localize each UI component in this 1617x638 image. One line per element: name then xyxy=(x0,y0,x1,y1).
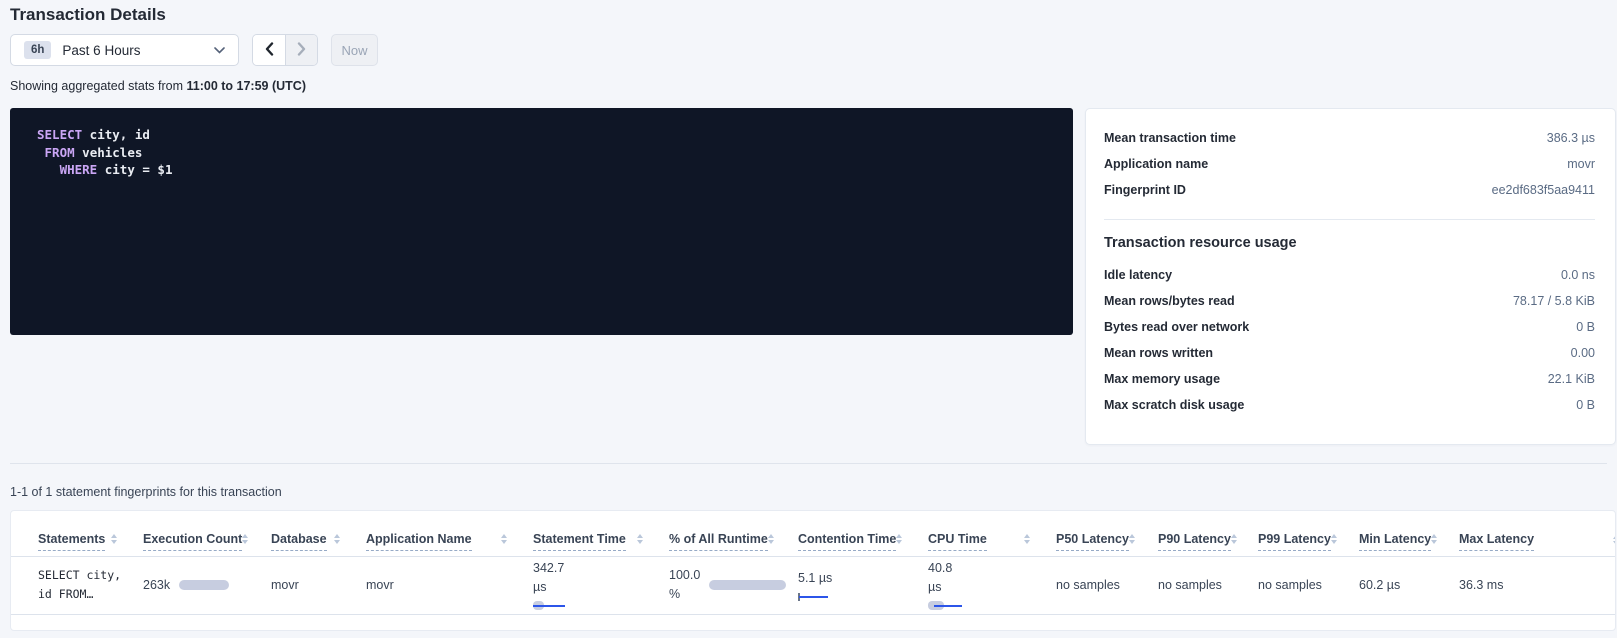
fingerprint-id-value: ee2df683f5aa9411 xyxy=(1492,183,1595,197)
chevron-left-icon xyxy=(265,42,274,59)
statement-time-bar xyxy=(533,601,565,611)
runtime-cell: 100.0 % xyxy=(669,556,798,614)
card-divider xyxy=(1104,219,1595,220)
column-header-application-name[interactable]: Application Name xyxy=(366,511,533,556)
column-header-pct-of-all-runtime[interactable]: % of All Runtime xyxy=(669,511,798,556)
sort-icon xyxy=(1024,534,1030,551)
transaction-details-page: Transaction Details 6h Past 6 Hours Now … xyxy=(0,0,1617,638)
idle-latency-value: 0.0 ns xyxy=(1561,268,1595,282)
column-header-p90-latency[interactable]: P90 Latency xyxy=(1158,511,1258,556)
transaction-overview-card: Mean transaction time 386.3 µs Applicati… xyxy=(1085,108,1616,445)
stat-row: Fingerprint ID ee2df683f5aa9411 xyxy=(1104,183,1595,209)
column-header-max-latency[interactable]: Max Latency xyxy=(1459,511,1615,556)
max-latency-cell: 36.3 ms xyxy=(1459,556,1615,614)
max-scratch-disk-usage-value: 0 B xyxy=(1576,398,1595,412)
sort-icon xyxy=(1231,534,1237,551)
contention-time-cell: 5.1 µs xyxy=(798,556,928,614)
aggregated-stats-range: 11:00 to 17:59 (UTC) xyxy=(187,79,306,93)
cpu-time-cell: 40.8 µs xyxy=(928,556,1056,614)
sort-icon xyxy=(501,534,507,551)
stat-row: Mean transaction time 386.3 µs xyxy=(1104,131,1595,157)
statements-table-card: Statements Execution Count Database Appl… xyxy=(10,510,1616,631)
stat-row: Mean rows written 0.00 xyxy=(1104,346,1595,372)
column-header-min-latency[interactable]: Min Latency xyxy=(1359,511,1459,556)
column-header-cpu-time[interactable]: CPU Time xyxy=(928,511,1056,556)
sort-icon xyxy=(1431,534,1437,551)
time-nav-group xyxy=(252,34,318,66)
column-header-database[interactable]: Database xyxy=(271,511,366,556)
statement-row: SELECT city, id FROM… 263k movr movr xyxy=(11,556,1615,614)
p99-latency-cell: no samples xyxy=(1258,556,1359,614)
max-memory-usage-value: 22.1 KiB xyxy=(1548,372,1595,386)
contention-time-bar xyxy=(798,592,828,602)
statement-cell: SELECT city, id FROM… xyxy=(11,556,143,614)
column-header-statement-time[interactable]: Statement Time xyxy=(533,511,669,556)
column-header-p50-latency[interactable]: P50 Latency xyxy=(1056,511,1158,556)
statement-link[interactable]: SELECT city, id FROM… xyxy=(38,566,143,604)
min-latency-cell: 60.2 µs xyxy=(1359,556,1459,614)
database-cell: movr xyxy=(271,556,366,614)
application-name-value: movr xyxy=(1567,157,1595,171)
aggregated-stats-caption: Showing aggregated stats from 11:00 to 1… xyxy=(10,79,306,93)
time-range-badge: 6h xyxy=(24,41,51,59)
sql-statement-box: SELECT city, id FROM vehicles WHERE city… xyxy=(10,108,1073,335)
mean-transaction-time-value: 386.3 µs xyxy=(1547,131,1595,145)
table-header-row: Statements Execution Count Database Appl… xyxy=(11,511,1615,556)
page-title: Transaction Details xyxy=(10,5,166,25)
stat-row: Mean rows/bytes read 78.17 / 5.8 KiB xyxy=(1104,294,1595,320)
next-time-button[interactable] xyxy=(285,35,317,65)
sort-icon xyxy=(896,534,902,551)
stat-row: Bytes read over network 0 B xyxy=(1104,320,1595,346)
stat-row: Idle latency 0.0 ns xyxy=(1104,268,1595,294)
stat-row: Max scratch disk usage 0 B xyxy=(1104,398,1595,424)
time-range-label: Past 6 Hours xyxy=(62,43,140,58)
sql-code: SELECT city, id FROM vehicles WHERE city… xyxy=(37,126,1046,179)
runtime-bar xyxy=(709,580,786,590)
stat-row: Application name movr xyxy=(1104,157,1595,183)
sort-icon xyxy=(637,534,643,551)
column-header-p99-latency[interactable]: P99 Latency xyxy=(1258,511,1359,556)
chevron-down-icon xyxy=(214,47,225,54)
column-header-execution-count[interactable]: Execution Count xyxy=(143,511,271,556)
column-header-statements[interactable]: Statements xyxy=(11,511,143,556)
time-controls: 6h Past 6 Hours Now xyxy=(10,34,378,66)
execution-count-bar xyxy=(179,580,229,590)
sort-icon xyxy=(1331,534,1337,551)
prev-time-button[interactable] xyxy=(253,35,285,65)
cpu-time-bar xyxy=(928,601,962,611)
resource-usage-heading: Transaction resource usage xyxy=(1104,235,1595,251)
sort-icon xyxy=(1613,535,1616,552)
mean-rows-written-value: 0.00 xyxy=(1571,346,1595,360)
mean-rows-bytes-read-value: 78.17 / 5.8 KiB xyxy=(1513,294,1595,308)
sort-icon xyxy=(768,534,774,551)
sort-icon xyxy=(1129,534,1135,551)
statement-time-cell: 342.7 µs xyxy=(533,556,669,614)
sort-icon xyxy=(334,534,340,551)
p50-latency-cell: no samples xyxy=(1056,556,1158,614)
stat-row: Max memory usage 22.1 KiB xyxy=(1104,372,1595,398)
bytes-read-over-network-value: 0 B xyxy=(1576,320,1595,334)
now-button[interactable]: Now xyxy=(331,34,378,66)
p90-latency-cell: no samples xyxy=(1158,556,1258,614)
execution-count-cell: 263k xyxy=(143,556,271,614)
chevron-right-icon xyxy=(297,42,306,59)
column-header-contention-time[interactable]: Contention Time xyxy=(798,511,928,556)
section-divider xyxy=(10,463,1607,464)
statements-table: Statements Execution Count Database Appl… xyxy=(11,511,1615,615)
application-name-cell: movr xyxy=(366,556,533,614)
sort-icon xyxy=(242,534,248,551)
time-range-dropdown[interactable]: 6h Past 6 Hours xyxy=(10,34,239,66)
sort-icon xyxy=(111,534,117,551)
statements-table-caption: 1-1 of 1 statement fingerprints for this… xyxy=(10,485,282,499)
